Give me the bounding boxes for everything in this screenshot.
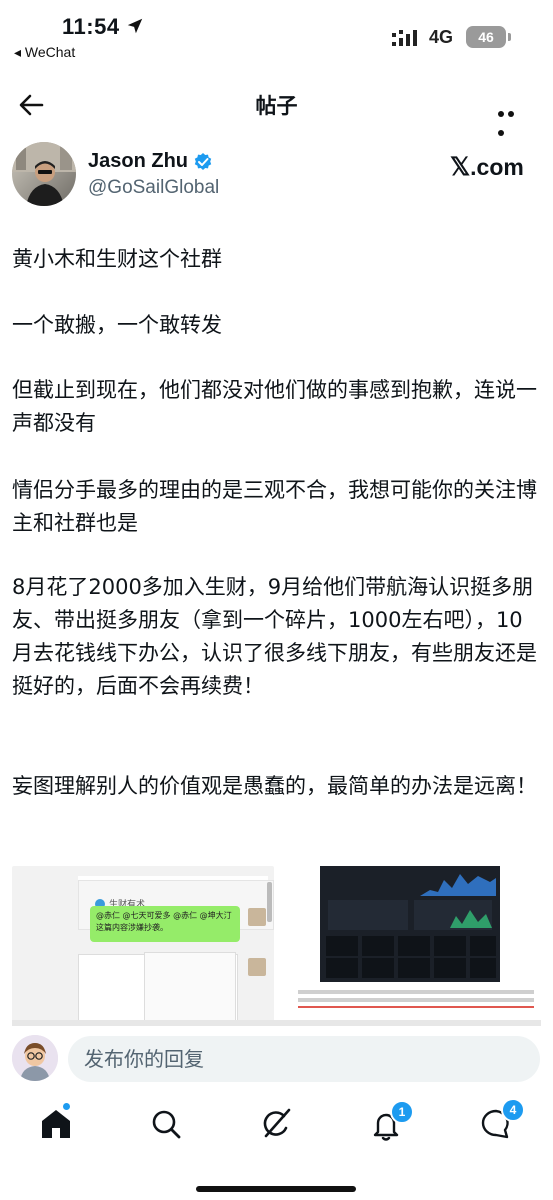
home-indicator — [196, 1186, 356, 1192]
search-icon[interactable] — [148, 1106, 184, 1142]
caption-line — [298, 998, 534, 1002]
reply-bar: 发布你的回复 — [0, 1028, 553, 1094]
caption-line — [298, 990, 534, 994]
network-type: 4G — [429, 27, 454, 47]
post-paragraph: 情侣分手最多的理由的是三观不合，我想可能你的关注博主和社群也是 — [12, 478, 537, 535]
more-options-icon[interactable] — [498, 102, 526, 136]
status-bar: 11:54 ◂ WeChat 4G 46 — [0, 0, 553, 68]
attached-image-dashboard-screenshot[interactable] — [290, 866, 541, 1024]
post-paragraph: 一个敢搬，一个敢转发 — [12, 313, 222, 337]
chat-bubble: @赤仁 @七天可爱多 @赤仁 @坤大汀 这篇内容涉嫌抄袭。 — [90, 906, 240, 942]
caption-underline — [298, 1006, 534, 1008]
analytics-dashboard — [320, 866, 500, 982]
status-time: 11:54 — [62, 14, 120, 39]
image-strip-divider — [12, 1020, 541, 1026]
battery-level: 46 — [466, 26, 506, 48]
x-logo-icon: 𝕏 — [450, 153, 471, 181]
battery-tip — [508, 33, 511, 41]
back-to-wechat-link[interactable]: ◂ WeChat — [14, 44, 75, 61]
bottom-tab-bar: 1 4 — [0, 1098, 553, 1158]
post-paragraph: 妄图理解别人的价值观是愚蠢的，最简单的办法是远离！ — [12, 774, 537, 798]
cellular-signal-icon — [392, 30, 417, 46]
messages-badge: 4 — [501, 1098, 525, 1122]
author-name[interactable]: Jason Zhu — [88, 150, 188, 173]
grok-icon[interactable] — [258, 1106, 294, 1142]
post-paragraph: 但截止到现在，他们都没对他们做的事感到抱歉，连说一声都没有 — [12, 378, 537, 435]
attached-image-chat-screenshot[interactable]: 生财有术 @赤仁 @七天可爱多 @赤仁 @坤大汀 这篇内容涉嫌抄袭。 — [12, 866, 274, 1024]
post-paragraph: 8月花了2000多加入生财，9月给他们带航海认识挺多朋友、带出挺多朋友（拿到一个… — [12, 575, 537, 698]
chat-avatar — [248, 908, 266, 926]
verified-badge-icon — [194, 153, 212, 170]
current-user-avatar[interactable] — [12, 1035, 58, 1081]
x-com-logo: 𝕏.com — [450, 152, 524, 182]
author-handle[interactable]: @GoSailGlobal — [88, 177, 219, 199]
home-icon[interactable] — [38, 1106, 74, 1142]
page-title: 帖子 — [255, 94, 298, 118]
document-preview — [144, 952, 236, 1024]
location-arrow-icon — [127, 18, 143, 34]
nav-bar: 帖子 — [0, 80, 553, 136]
author-avatar[interactable] — [12, 142, 76, 206]
source-domain: .com — [470, 154, 524, 180]
home-unread-dot — [62, 1102, 71, 1111]
chat-avatar — [248, 958, 266, 976]
notifications-badge: 1 — [390, 1100, 414, 1124]
scrollbar — [267, 882, 272, 922]
post-paragraph: 黄小木和生财这个社群 — [12, 247, 222, 271]
reply-input[interactable]: 发布你的回复 — [68, 1036, 540, 1082]
